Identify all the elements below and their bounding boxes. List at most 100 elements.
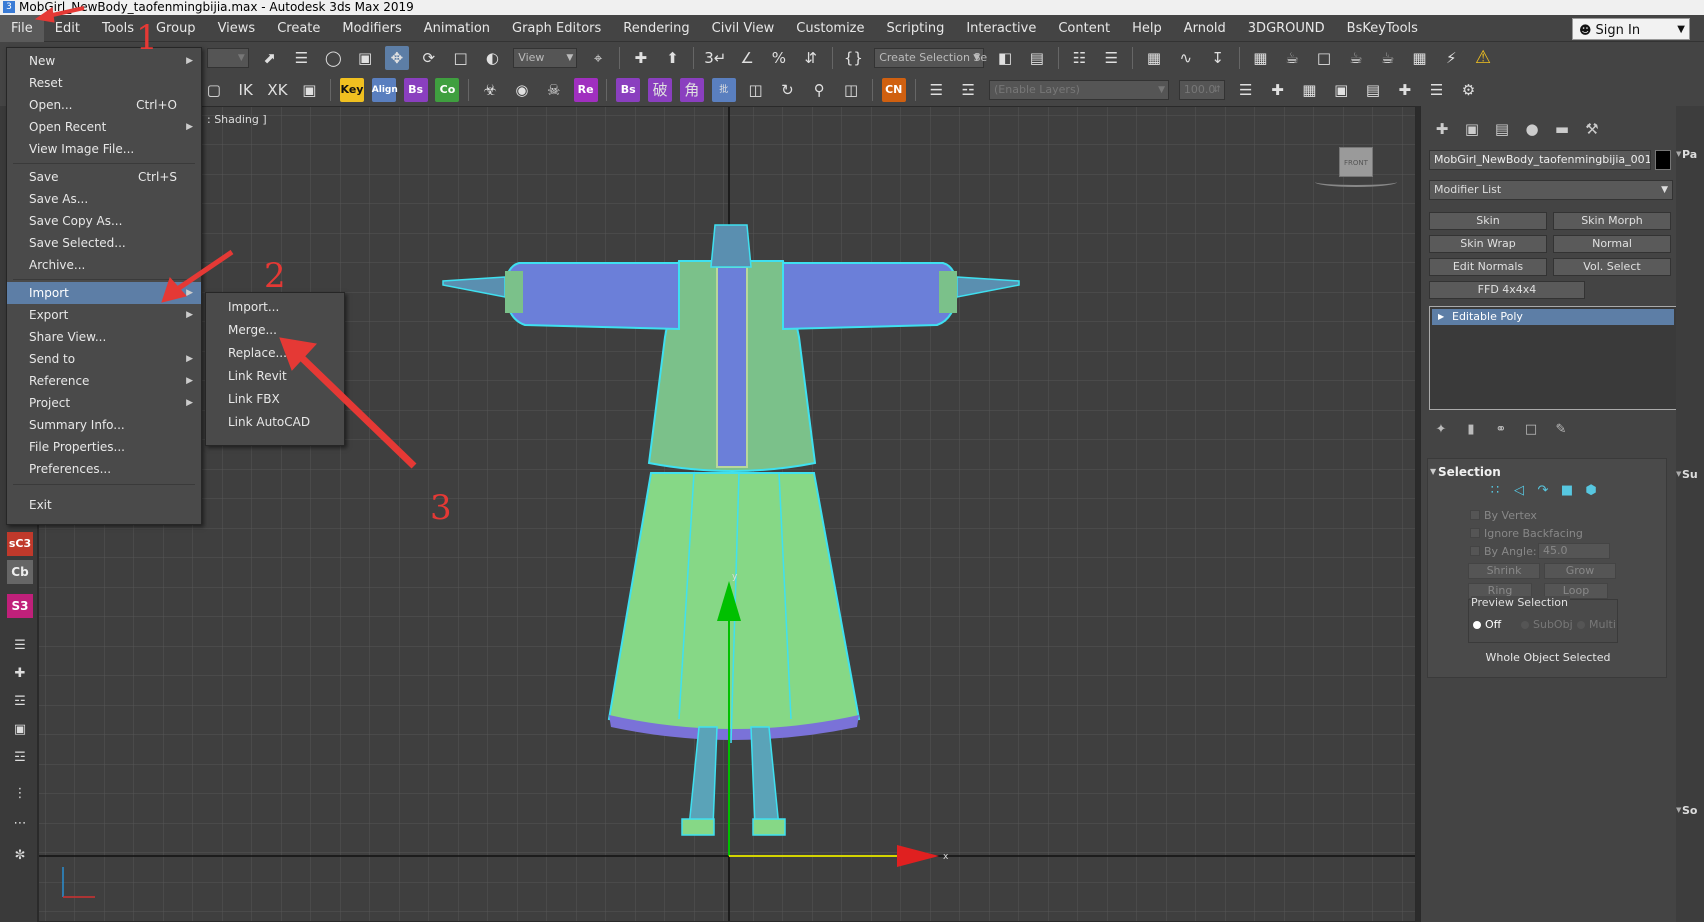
selection-rollout-title[interactable]: Selection (1438, 465, 1501, 479)
preview-subobj-radio[interactable]: SubObj (1521, 618, 1573, 631)
cn-button[interactable]: CN (881, 78, 906, 102)
menu-civil-view[interactable]: Civil View (701, 15, 786, 42)
menu-interactive[interactable]: Interactive (955, 15, 1047, 42)
globe-tool-icon[interactable]: ◉ (510, 78, 534, 102)
menu-customize[interactable]: Customize (785, 15, 875, 42)
by-angle-checkbox[interactable]: By Angle: (1470, 545, 1537, 558)
render-setup-icon[interactable]: ☕ (1280, 46, 1304, 70)
warning-icon[interactable]: ⚠ (1471, 46, 1495, 70)
file-menu-save-selected[interactable]: Save Selected... (7, 232, 201, 254)
import-submenu-link-fbx[interactable]: Link FBX (206, 388, 344, 411)
file-menu-preferences[interactable]: Preferences... (7, 458, 201, 480)
file-menu-import[interactable]: Import ▶ (7, 282, 201, 304)
stack-item-editable-poly[interactable]: ▶ Editable Poly (1432, 309, 1674, 325)
folder-tool-icon[interactable]: ◫ (839, 78, 863, 102)
collapse-triangle-icon[interactable]: ▼ (1676, 150, 1681, 158)
layer-merge-icon[interactable]: ✚ (1393, 78, 1417, 102)
bs-button[interactable]: Bs (403, 78, 428, 102)
object-color-swatch[interactable] (1655, 150, 1671, 170)
ruler-tool-icon[interactable]: ⋯ (7, 812, 33, 836)
file-menu-summary-info[interactable]: Summary Info... (7, 414, 201, 436)
orbit-tool-icon[interactable]: ✼ (7, 844, 33, 868)
render-production-icon[interactable]: ☕ (1344, 46, 1368, 70)
file-menu-save-copy-as[interactable]: Save Copy As... (7, 210, 201, 232)
file-menu-open-recent[interactable]: Open Recent ▶ (7, 116, 201, 138)
layer-weight-spinner[interactable]: 100.0 ⇵ (1178, 80, 1225, 100)
display-tab-icon[interactable]: ▬ (1549, 118, 1575, 140)
sign-in-button[interactable]: ☻ Sign In ▼ (1572, 18, 1690, 40)
snaps-toggle-icon[interactable]: 3↵ (703, 46, 727, 70)
collapse-triangle-icon[interactable]: ▼ (1676, 470, 1681, 478)
menu-animation[interactable]: Animation (413, 15, 501, 42)
rig-tool-icon[interactable]: ☣ (478, 78, 502, 102)
list-tool-icon[interactable]: ☰ (7, 634, 33, 658)
select-rotate-icon[interactable]: ⟳ (417, 46, 441, 70)
file-menu-project[interactable]: Project ▶ (7, 392, 201, 414)
menu-arnold[interactable]: Arnold (1173, 15, 1237, 42)
layer-add-icon[interactable]: ✚ (1266, 78, 1290, 102)
configure-modifier-sets-icon[interactable]: ✎ (1549, 420, 1573, 440)
object-name-field[interactable]: MobGirl_NewBody_taofenmingbijia_001 (1429, 150, 1651, 170)
file-menu-save[interactable]: Save Ctrl+S (7, 166, 201, 188)
file-menu-archive[interactable]: Archive... (7, 254, 201, 276)
import-submenu-link-revit[interactable]: Link Revit (206, 365, 344, 388)
file-menu-reset[interactable]: Reset (7, 72, 201, 94)
layer-settings-icon[interactable]: ⚙ (1456, 78, 1480, 102)
menu-edit[interactable]: Edit (44, 15, 91, 42)
create-selection-set-dropdown[interactable]: Create Selection Se ▼ (874, 48, 987, 68)
layers-stack-icon[interactable]: ☲ (956, 78, 980, 102)
menu-content[interactable]: Content (1047, 15, 1121, 42)
layer-delete-icon[interactable]: ▦ (1297, 78, 1321, 102)
viewport-label[interactable]: : Shading ] (207, 113, 267, 126)
edit-normals-button[interactable]: Edit Normals (1429, 258, 1547, 276)
selection-filter-dropdown[interactable]: ▼ (206, 48, 249, 68)
vol-select-button[interactable]: Vol. Select (1553, 258, 1671, 276)
plugin-tool-icon[interactable]: ▢ (202, 78, 226, 102)
ik-tool-icon[interactable]: IK (234, 78, 258, 102)
menu-help[interactable]: Help (1121, 15, 1173, 42)
pin-stack-icon[interactable]: ✦ (1429, 420, 1453, 440)
rectangular-selection-icon[interactable]: ◯ (321, 46, 345, 70)
layer-dropdown[interactable]: (Enable Layers) ▼ (989, 80, 1170, 100)
menu-create[interactable]: Create (266, 15, 331, 42)
file-menu-reference[interactable]: Reference ▶ (7, 370, 201, 392)
layer-tool-icon[interactable]: ☰ (1234, 78, 1258, 102)
expand-triangle-icon[interactable]: ▶ (1438, 309, 1444, 325)
percent-snap-icon[interactable]: % (767, 46, 791, 70)
menu-views[interactable]: Views (207, 15, 267, 42)
right-rollout-su[interactable]: Su (1682, 468, 1698, 481)
file-menu-exit[interactable]: Exit (7, 494, 201, 516)
select-by-name-icon[interactable]: ☰ (289, 46, 313, 70)
layers-icon[interactable]: ☰ (924, 78, 948, 102)
curve-editor-icon[interactable]: ∿ (1174, 46, 1198, 70)
s3-button[interactable]: S3 (7, 594, 33, 618)
polygon-level-icon[interactable]: ■ (1556, 481, 1578, 501)
break-tool-icon[interactable]: 破 (648, 78, 673, 102)
loop-tool-icon[interactable]: ↻ (775, 78, 799, 102)
preview-off-radio[interactable]: Off (1473, 618, 1501, 631)
select-object-icon[interactable]: ⬈ (258, 46, 282, 70)
shrink-button[interactable]: Shrink (1468, 563, 1540, 579)
select-manipulate-icon[interactable]: ✚ (629, 46, 653, 70)
layer-explorer-icon[interactable]: ☰ (1099, 46, 1123, 70)
view-cube[interactable]: FRONT (1339, 147, 1373, 177)
batch-tool-icon[interactable]: 批 (711, 78, 736, 102)
edge-level-icon[interactable]: ◁ (1508, 481, 1530, 501)
bs-button-2[interactable]: Bs (616, 78, 641, 102)
edit-tool-icon[interactable]: ▣ (7, 718, 33, 742)
align-button[interactable]: Align (371, 78, 398, 102)
pivot-center-icon[interactable]: ⌖ (586, 46, 610, 70)
menu-file[interactable]: File (0, 15, 44, 42)
stack-tool-icon[interactable]: ☲ (7, 746, 33, 770)
add-layer-icon[interactable]: ✚ (7, 662, 33, 686)
menu-modifiers[interactable]: Modifiers (331, 15, 412, 42)
xik-tool-icon[interactable]: XK (265, 78, 289, 102)
mirror-icon[interactable]: ◧ (993, 46, 1017, 70)
layer-copy-icon[interactable]: ▣ (1329, 78, 1353, 102)
file-menu-share-view[interactable]: Share View... (7, 326, 201, 348)
layer-collapse-icon[interactable]: ☰ (1425, 78, 1449, 102)
import-submenu-link-autocad[interactable]: Link AutoCAD (206, 411, 344, 434)
spinner-snap-icon[interactable]: ⇵ (799, 46, 823, 70)
right-rollout-so[interactable]: So (1682, 804, 1697, 817)
import-submenu-replace[interactable]: Replace... (206, 342, 344, 365)
